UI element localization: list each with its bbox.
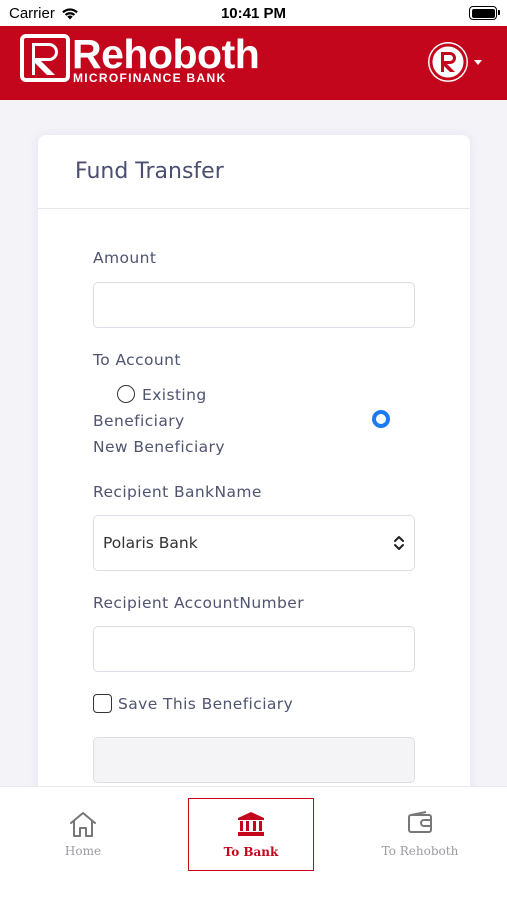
app-header: Rehoboth MICROFINANCE BANK xyxy=(0,26,507,100)
recipient-bank-select[interactable]: Polaris Bank xyxy=(93,515,415,571)
home-icon xyxy=(70,812,96,837)
amount-label: Amount xyxy=(93,249,157,267)
existing-label-line2: Beneficiary xyxy=(93,412,185,430)
disabled-field xyxy=(93,737,415,783)
existing-label-line1: Existing xyxy=(142,386,207,404)
brand-logo[interactable]: Rehoboth MICROFINANCE BANK xyxy=(20,31,260,92)
fund-transfer-card: Fund Transfer Amount To Account Existing… xyxy=(38,135,470,835)
tab-to-bank[interactable]: To Bank xyxy=(188,798,314,871)
divider xyxy=(38,208,470,209)
save-beneficiary-checkbox[interactable] xyxy=(93,694,112,713)
new-beneficiary-label: New Beneficiary xyxy=(93,438,225,456)
status-bar: Carrier 10:41 PM xyxy=(0,0,507,26)
logo-mark-icon xyxy=(20,34,70,82)
avatar xyxy=(428,42,468,82)
radio-existing-beneficiary[interactable] xyxy=(117,385,135,403)
tab-to-rehoboth[interactable]: To Rehoboth xyxy=(357,798,483,871)
card-title: Fund Transfer xyxy=(75,159,224,184)
chevron-down-icon xyxy=(474,59,482,65)
recipient-account-label: Recipient AccountNumber xyxy=(93,594,304,612)
wallet-icon xyxy=(408,811,432,833)
recipient-account-input[interactable] xyxy=(93,626,415,672)
tab-to-bank-label: To Bank xyxy=(223,845,279,859)
save-beneficiary-label: Save This Beneficiary xyxy=(118,695,294,713)
recipient-bank-value: Polaris Bank xyxy=(103,534,198,552)
to-account-label: To Account xyxy=(93,351,181,369)
brand-name: Rehoboth xyxy=(72,31,260,77)
battery-icon xyxy=(469,6,500,20)
bank-icon xyxy=(238,812,264,836)
brand-badge-icon xyxy=(429,43,467,81)
clock: 10:41 PM xyxy=(220,5,287,22)
tab-home-label: Home xyxy=(64,844,102,858)
amount-input[interactable] xyxy=(93,282,415,328)
profile-menu-button[interactable] xyxy=(428,42,482,82)
radio-new-beneficiary[interactable] xyxy=(372,410,390,428)
bottom-tab-bar: Home To Bank To Rehoboth xyxy=(0,786,507,900)
chevron-up-down-icon xyxy=(394,536,404,550)
tab-home[interactable]: Home xyxy=(20,798,146,871)
tab-to-rehoboth-label: To Rehoboth xyxy=(381,844,459,858)
recipient-bank-label: Recipient BankName xyxy=(93,483,262,501)
